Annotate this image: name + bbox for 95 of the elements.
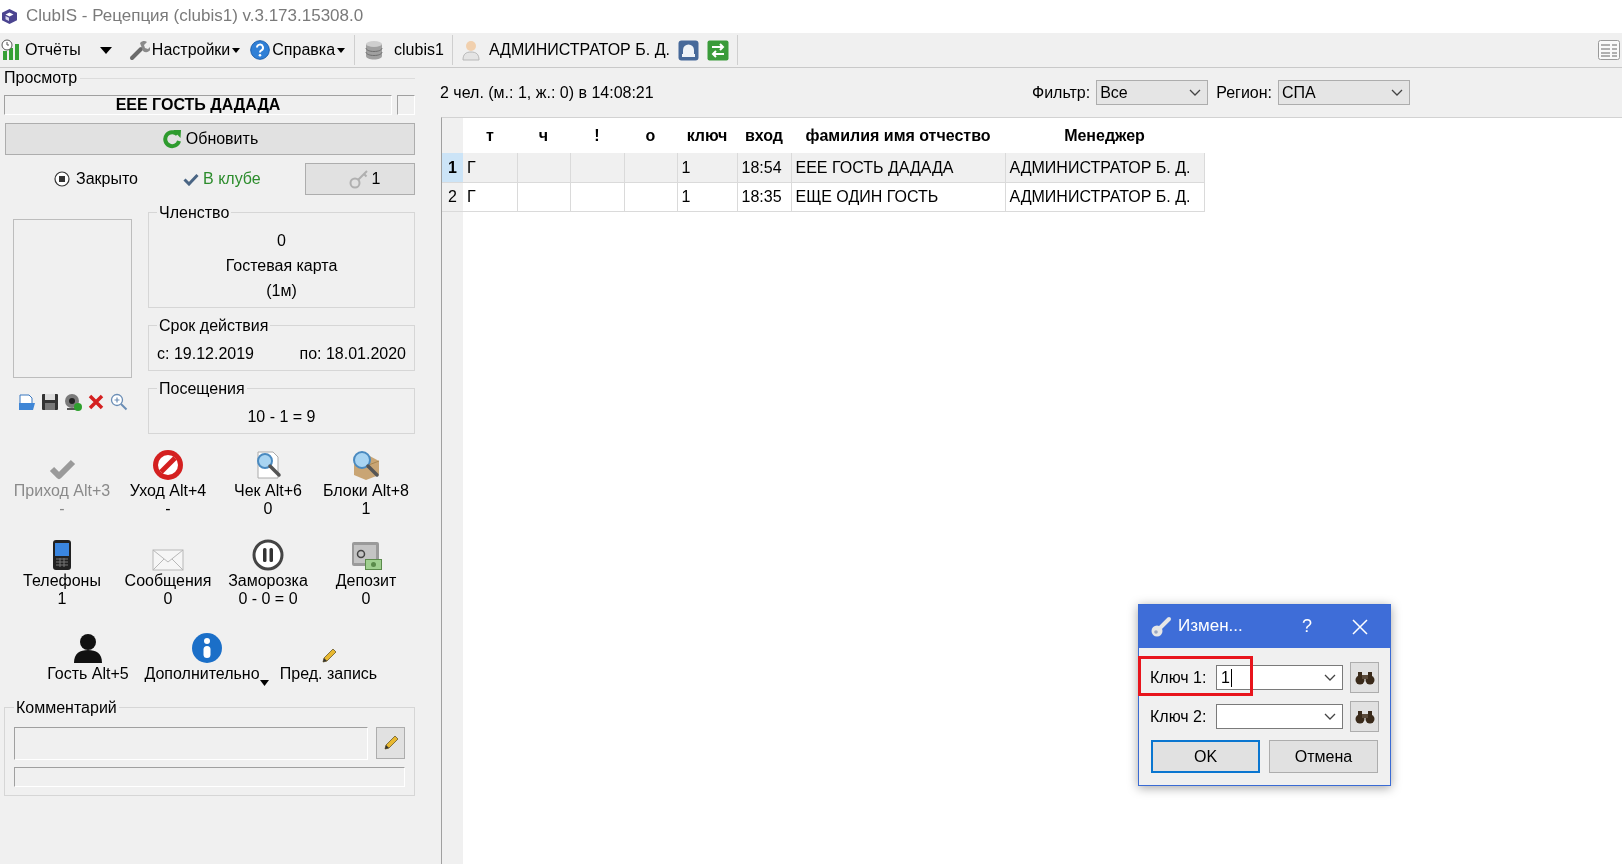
table-cell: АДМИНИСТРАТОР Б. Д. xyxy=(1005,153,1204,182)
action-button[interactable]: Гость Alt+5 xyxy=(47,630,129,683)
action-button[interactable]: Телефоны 1 xyxy=(23,537,101,608)
membership-text: Гостевая карта xyxy=(224,256,339,276)
chevron-icon xyxy=(1324,713,1336,720)
membership-text: 0 xyxy=(276,231,287,251)
field-label: Ключ 1: xyxy=(1150,667,1208,688)
comment-field[interactable] xyxy=(14,727,368,760)
group-title: Посещения xyxy=(157,380,247,398)
chevron-icon xyxy=(1324,674,1336,681)
membership-text: (1м) xyxy=(265,281,298,301)
ok-button[interactable]: OK xyxy=(1151,740,1260,773)
pencil-icon xyxy=(382,735,399,751)
action-button[interactable]: Уход Alt+4 - xyxy=(129,447,207,518)
action-button[interactable]: Депозит 0 xyxy=(335,537,397,608)
table-cell: 1 xyxy=(677,182,737,211)
visits-text: 10 - 1 = 9 xyxy=(246,407,317,427)
group-title: Срок действия xyxy=(157,317,271,335)
action-button[interactable]: Чек Alt+6 0 xyxy=(234,447,302,518)
action-button[interactable]: Дополнительно xyxy=(144,630,269,683)
menu-button[interactable]: Справка xyxy=(249,36,347,64)
refresh-icon xyxy=(161,129,182,149)
webcam-icon[interactable] xyxy=(64,393,82,411)
date-to-text: по: 18.01.2020 xyxy=(299,344,406,364)
binoculars-icon xyxy=(1354,670,1375,685)
safe-icon xyxy=(350,539,382,571)
status-label: В клубе xyxy=(203,169,261,189)
dropdown-field[interactable]: Все xyxy=(1096,80,1209,105)
table-cell: Г xyxy=(463,153,517,182)
table-cell: 18:54 xyxy=(737,153,791,182)
delete-icon[interactable] xyxy=(87,393,105,411)
table-cell: Г xyxy=(463,182,517,211)
input-field[interactable] xyxy=(14,767,405,787)
radio-button[interactable]: Закрыто xyxy=(54,169,138,189)
row-number[interactable]: 1 xyxy=(442,153,463,182)
table-cell: АДМИНИСТРАТОР Б. Д. xyxy=(1005,182,1204,211)
help-icon xyxy=(250,40,271,60)
menu-button[interactable]: Отчёты xyxy=(0,36,82,64)
chevron-icon xyxy=(1189,89,1202,96)
user-label: АДМИНИСТРАТОР Б. Д. xyxy=(488,40,670,60)
lock-icon[interactable] xyxy=(677,39,699,61)
action-button[interactable]: Заморозка 0 - 0 = 0 xyxy=(228,537,308,608)
window-title: ClubIS - Рецепция (clubis1) v.3.173.15308.0 xyxy=(26,6,364,27)
mobile-phone-icon xyxy=(52,539,72,571)
table-cell: ЕЩЕ ОДИН ГОСТЬ xyxy=(791,182,1005,211)
summary-text: 2 чел. (м.: 1, ж.: 0) в 14:08:21 xyxy=(440,82,654,103)
pause-icon xyxy=(252,539,284,571)
close-icon xyxy=(1352,618,1368,635)
zoom-in-icon[interactable] xyxy=(110,393,128,411)
database-label: clubis1 xyxy=(394,40,444,60)
open-file-icon[interactable] xyxy=(18,393,36,411)
save-icon[interactable] xyxy=(41,393,59,411)
group-title: Просмотр xyxy=(4,67,78,88)
menu-button[interactable]: Настройки xyxy=(126,36,242,64)
cancel-button[interactable]: Отмена xyxy=(1269,740,1378,773)
date-from-text: с: 19.12.2019 xyxy=(157,344,254,364)
name-field: ЕЕЕ ГОСТЬ ДАДАДА xyxy=(4,95,392,115)
search-button[interactable] xyxy=(1350,662,1379,693)
key-button[interactable]: 1 xyxy=(305,163,415,195)
no-entry-icon xyxy=(152,449,184,481)
edit-button[interactable] xyxy=(376,727,405,759)
box-search-icon xyxy=(350,449,382,481)
help-button[interactable]: ? xyxy=(1284,608,1330,645)
envelope-icon xyxy=(152,549,184,571)
key-icon xyxy=(347,168,370,190)
refresh-button[interactable]: Обновить xyxy=(5,123,415,155)
person-icon xyxy=(72,632,104,664)
table-cell: ЕЕЕ ГОСТЬ ДАДАДА xyxy=(791,153,1005,182)
table-cell: 18:35 xyxy=(737,182,791,211)
action-button[interactable]: Блоки Alt+8 1 xyxy=(323,447,409,518)
caret-icon[interactable] xyxy=(99,46,112,54)
chevron-icon xyxy=(1391,89,1403,96)
filter-label: Фильтр: xyxy=(1031,82,1091,103)
table-view-icon[interactable] xyxy=(1598,40,1620,60)
filter-label: Регион: xyxy=(1216,82,1272,103)
combo-field[interactable]: 1 xyxy=(1216,665,1343,690)
dialog-title: Измен... xyxy=(1178,616,1243,637)
combo-field[interactable] xyxy=(1216,704,1343,729)
binoculars-icon xyxy=(1354,709,1375,724)
info-icon xyxy=(190,632,223,664)
indicator-field xyxy=(397,95,415,115)
wrench-icon xyxy=(127,39,150,61)
action-button[interactable]: Сообщения 0 xyxy=(124,537,212,608)
search-button[interactable] xyxy=(1350,701,1379,732)
row-number[interactable]: 2 xyxy=(442,182,463,211)
user-icon xyxy=(460,39,481,61)
check-icon xyxy=(48,457,76,481)
group-title: Комментарий xyxy=(14,699,119,717)
dropdown-field[interactable]: СПА xyxy=(1278,80,1410,105)
field-label: Ключ 2: xyxy=(1150,706,1208,727)
action-button[interactable]: Пред. запись xyxy=(279,630,378,683)
exchange-icon[interactable] xyxy=(706,39,729,61)
pencil-icon xyxy=(320,648,337,664)
table-cell: 1 xyxy=(677,153,737,182)
key-icon xyxy=(1150,615,1172,638)
